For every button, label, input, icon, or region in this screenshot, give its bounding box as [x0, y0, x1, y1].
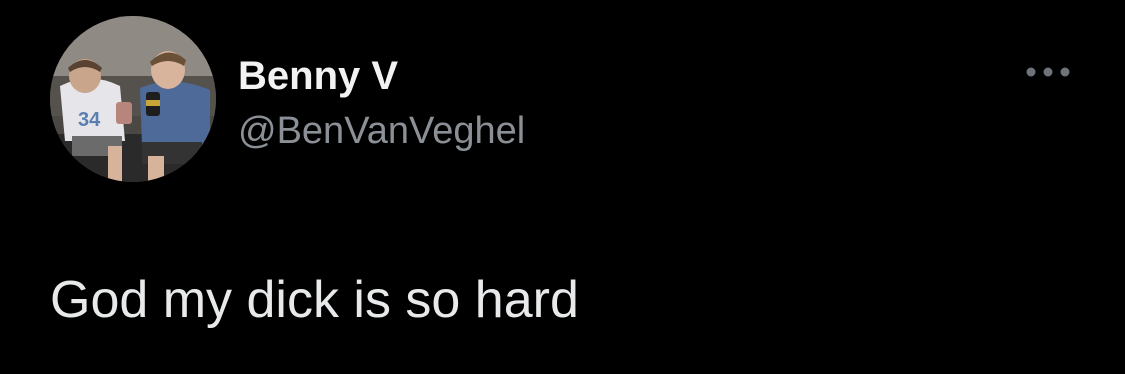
author-display-name[interactable]: Benny V [238, 52, 398, 100]
more-options-button[interactable] [1022, 56, 1074, 88]
ellipsis-icon [1026, 67, 1070, 77]
avatar[interactable]: 34 [50, 16, 216, 182]
svg-text:34: 34 [78, 109, 101, 131]
tweet: 34 Benny V @BenVanVeghel God my dick is … [0, 0, 1125, 374]
profile-photo-icon: 34 [50, 16, 216, 182]
tweet-text: God my dick is so hard [50, 271, 579, 329]
author-handle[interactable]: @BenVanVeghel [238, 108, 525, 154]
